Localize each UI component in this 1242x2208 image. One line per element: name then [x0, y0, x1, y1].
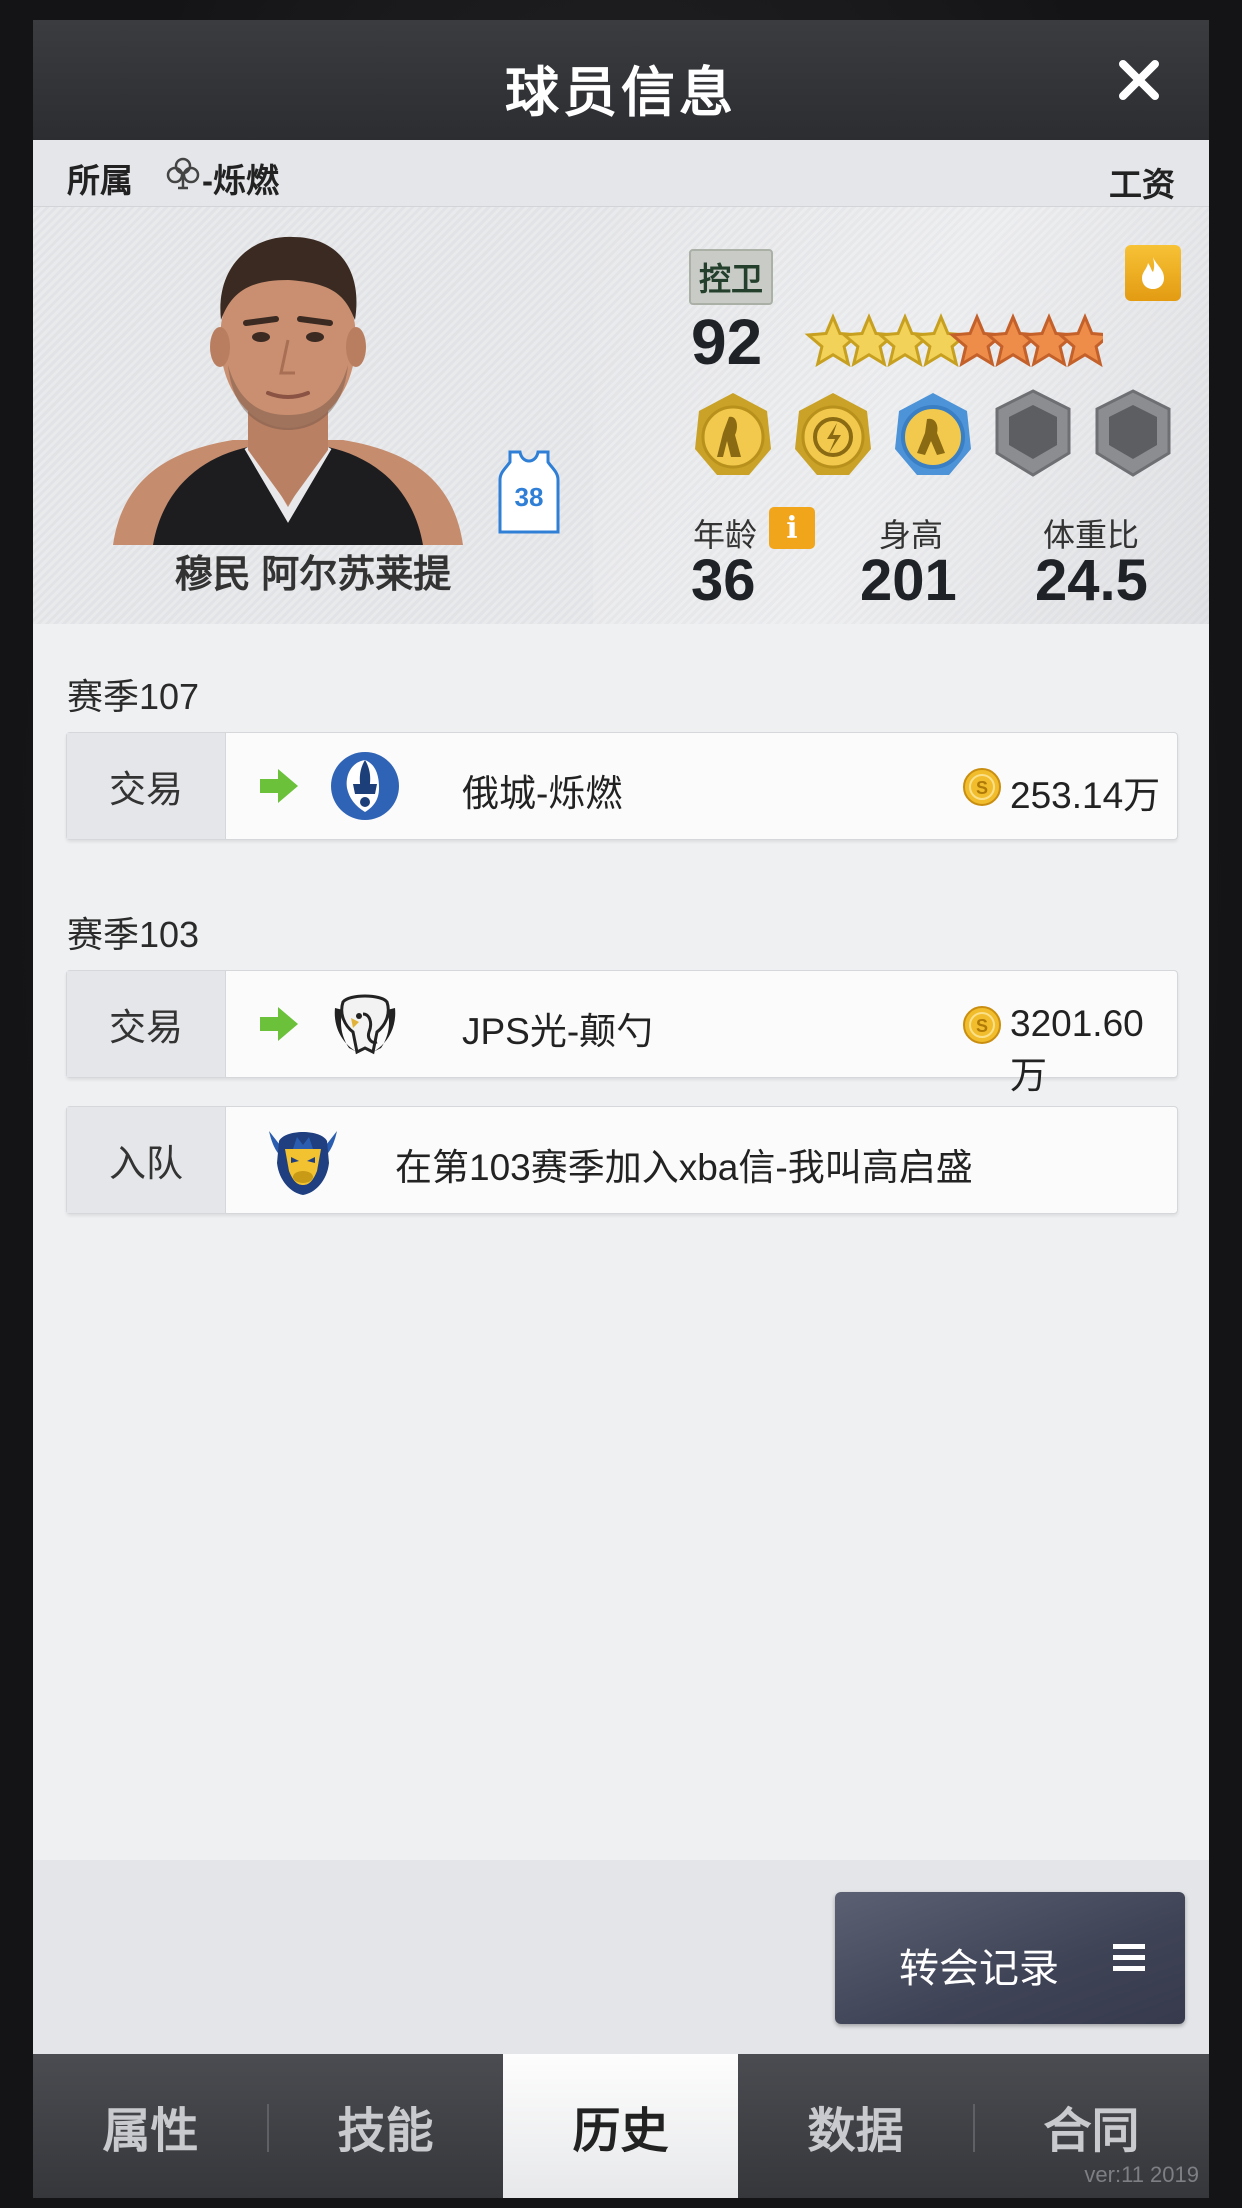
- medal-empty-icon[interactable]: [995, 389, 1071, 477]
- overall-rating: 92: [691, 306, 763, 378]
- season-label: 赛季107: [67, 676, 200, 717]
- elephant-team-logo-icon: [334, 994, 396, 1055]
- menu-icon: [1113, 1944, 1145, 1971]
- record-fee: 3201.60万: [1010, 1003, 1144, 1096]
- record-type: 交易: [67, 733, 226, 839]
- svg-text:S: S: [976, 778, 988, 798]
- player-name: 穆民 阿尔苏莱提: [174, 554, 452, 596]
- club-icon: [166, 157, 200, 190]
- svg-text:S: S: [976, 1016, 988, 1036]
- tab-skills[interactable]: 技能: [268, 2054, 503, 2198]
- close-icon: [1119, 60, 1159, 100]
- spartan-team-logo-icon: [331, 752, 399, 820]
- record-team-name: 俄城-烁燃: [462, 773, 623, 814]
- jersey-icon: 38: [498, 450, 560, 534]
- transfer-history-label: 转会记录: [899, 1947, 1059, 1991]
- header-bar: 球员信息: [33, 20, 1209, 140]
- coin-icon: S: [963, 768, 1001, 806]
- skill-medals: [695, 389, 1171, 477]
- arrow-right-icon: [260, 1007, 298, 1041]
- tab-bar: 属性 技能 历史 数据 合同 ver:11 2019: [33, 2054, 1209, 2198]
- medal-empty-icon[interactable]: [1095, 389, 1171, 477]
- record-fee: 253.14万: [1010, 775, 1161, 816]
- jersey-number: 38: [515, 482, 544, 512]
- age-value: 36: [691, 548, 756, 613]
- page-title: 球员信息: [505, 63, 737, 123]
- tab-attributes[interactable]: 属性: [33, 2054, 268, 2198]
- medal-shooting-icon[interactable]: [695, 393, 771, 475]
- flame-icon: [1142, 257, 1164, 289]
- trade-record[interactable]: 交易 JPS光-颠勺 S 3201.60万: [66, 970, 1178, 1096]
- close-button[interactable]: [1109, 50, 1169, 110]
- arrow-right-icon: [260, 769, 298, 803]
- player-profile: 穆民 阿尔苏莱提 38 控卫 92 年龄 i 身高 体重比 36 201 24.…: [33, 207, 1209, 624]
- record-team-name: JPS光-颠勺: [462, 1011, 654, 1052]
- info-icon[interactable]: i: [769, 507, 815, 549]
- team-name: -烁燃: [202, 162, 279, 199]
- team-label: 所属: [67, 162, 133, 199]
- coin-icon: S: [963, 1006, 1001, 1044]
- player-info-panel: 球员信息 所属 -烁燃 工资 穆民 阿尔苏莱提 38 控卫 92 年龄 i 身高…: [33, 20, 1209, 2198]
- weight-ratio-value: 24.5: [1035, 548, 1148, 613]
- medal-speed-icon[interactable]: [795, 393, 871, 475]
- team-row: 所属 -烁燃 工资: [33, 140, 1209, 207]
- star-rating: [804, 313, 1103, 368]
- season-label: 赛季103: [67, 914, 200, 955]
- medal-defense-icon[interactable]: [895, 393, 971, 475]
- tab-stats[interactable]: 数据: [738, 2054, 973, 2198]
- bull-team-logo-icon: [269, 1131, 337, 1195]
- height-value: 201: [860, 548, 957, 613]
- bronze-star-icon: [1056, 313, 1103, 368]
- salary-label: 工资: [1109, 166, 1175, 203]
- join-record[interactable]: 入队 在第103赛季加入xba信-我叫高启盛: [66, 1106, 1178, 1214]
- trade-record[interactable]: 交易 俄城-烁燃 S 253.14万: [66, 732, 1178, 840]
- transfer-history-button[interactable]: 转会记录: [835, 1892, 1185, 2024]
- position-badge: 控卫: [689, 249, 774, 305]
- record-type: 入队: [67, 1107, 226, 1213]
- player-portrait: [113, 236, 463, 545]
- record-type: 交易: [67, 971, 226, 1077]
- fire-badge[interactable]: [1125, 245, 1181, 301]
- join-description: 在第103赛季加入xba信-我叫高启盛: [395, 1147, 973, 1188]
- tab-history[interactable]: 历史: [503, 2054, 738, 2198]
- version-label: ver:11 2019: [1084, 2162, 1199, 2187]
